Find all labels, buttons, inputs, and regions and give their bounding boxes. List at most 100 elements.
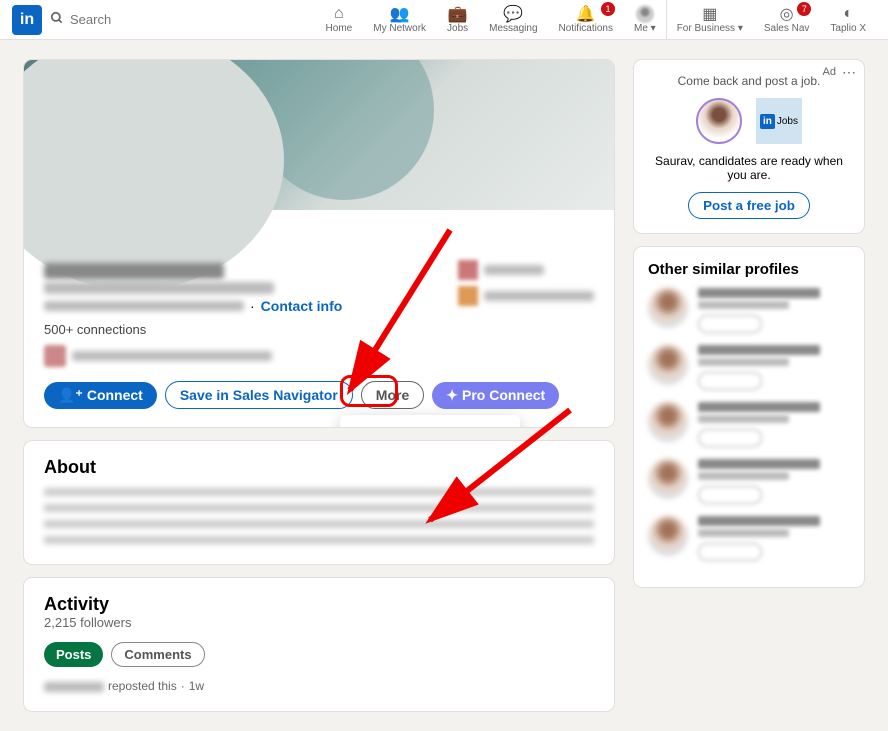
btn-label: Connect: [87, 387, 143, 403]
avatar: [648, 402, 688, 442]
cover-image: [24, 60, 614, 210]
search-wrap[interactable]: [50, 11, 246, 28]
similar-profiles-card: Other similar profiles: [634, 247, 864, 587]
ad-tag: Ad: [823, 66, 836, 78]
plus-user-icon: 👤⁺: [58, 387, 83, 404]
btn-label: Pro Connect: [462, 387, 545, 403]
followers-count[interactable]: 2,215 followers: [44, 615, 594, 630]
connections-count[interactable]: 500+ connections: [44, 322, 594, 337]
page: in · Contact info 500+ connections: [0, 40, 888, 731]
avatar: [648, 345, 688, 385]
avatar-icon: [636, 5, 654, 23]
school-logo-icon: [458, 286, 478, 306]
bell-icon: 🔔: [576, 5, 596, 23]
tab-comments[interactable]: Comments: [111, 642, 204, 667]
briefcase-icon: 💼: [448, 5, 468, 23]
ad-body: Saurav, candidates are ready when you ar…: [648, 154, 850, 182]
avatar: [648, 459, 688, 499]
profile-name: [44, 263, 224, 279]
about-text: [44, 488, 594, 548]
profile-headline: [44, 282, 274, 294]
nav-label: Jobs: [447, 23, 468, 34]
sim-action[interactable]: [698, 429, 762, 447]
people-icon: 👥: [390, 5, 410, 23]
nav-label: Home: [326, 23, 353, 34]
nav-me[interactable]: Me ▾: [623, 0, 666, 39]
nav-label: Notifications: [559, 23, 613, 34]
experience-summary: [458, 260, 594, 306]
connect-button[interactable]: 👤⁺Connect: [44, 382, 157, 409]
more-button[interactable]: More: [361, 381, 424, 409]
sim-name: [698, 345, 820, 355]
similar-item[interactable]: [648, 516, 850, 561]
sim-sub: [698, 472, 789, 480]
nav-label: Sales Nav: [764, 23, 810, 34]
mutual-row[interactable]: [44, 345, 594, 367]
company-logo-icon: [458, 260, 478, 280]
nav-taplio[interactable]: ◐Taplio X: [819, 0, 876, 39]
ad-avatar: [696, 98, 742, 144]
repost-suffix: reposted this: [108, 679, 177, 695]
mutual-avatar: [44, 345, 66, 367]
sim-sub: [698, 529, 789, 537]
profile-body: in · Contact info 500+ connections: [24, 210, 614, 427]
profile-location: [44, 301, 244, 311]
dd-view-salesnav[interactable]: ◎View in Sales Navigator: [340, 421, 520, 427]
avatar: [648, 516, 688, 556]
sim-sub: [698, 301, 789, 309]
ad-menu-icon[interactable]: ⋯: [842, 64, 856, 81]
similar-item[interactable]: [648, 288, 850, 333]
repost-time: 1w: [189, 679, 204, 695]
home-icon: ⌂: [334, 5, 344, 23]
similar-item[interactable]: [648, 402, 850, 447]
nav-notifications[interactable]: 🔔 1 Notifications: [548, 0, 623, 39]
sidebar: Ad ⋯ Come back and post a job. inJobs Sa…: [634, 60, 864, 711]
sim-action[interactable]: [698, 486, 762, 504]
save-sales-nav-button[interactable]: Save in Sales Navigator: [165, 381, 353, 409]
nav-jobs[interactable]: 💼Jobs: [436, 0, 478, 39]
similar-item[interactable]: [648, 459, 850, 504]
nav-label: Messaging: [489, 23, 537, 34]
sim-action[interactable]: [698, 543, 762, 561]
activity-tabs: Posts Comments: [44, 642, 594, 667]
jobs-badge: inJobs: [756, 98, 802, 144]
avatar: [648, 288, 688, 328]
activity-card: Activity 2,215 followers Posts Comments …: [24, 578, 614, 711]
grid-icon: ▦: [702, 5, 717, 23]
ad-card: Ad ⋯ Come back and post a job. inJobs Sa…: [634, 60, 864, 233]
nav-label: For Business ▾: [677, 23, 743, 34]
ad-headline: Come back and post a job.: [648, 74, 850, 88]
nav-messaging[interactable]: 💬Messaging: [478, 0, 547, 39]
similar-heading: Other similar profiles: [648, 261, 850, 278]
pro-connect-button[interactable]: ✦Pro Connect: [432, 382, 559, 409]
ad-cta-button[interactable]: Post a free job: [688, 192, 810, 219]
nav-salesnav[interactable]: ◎7Sales Nav: [753, 0, 820, 39]
linkedin-logo[interactable]: in: [12, 5, 42, 35]
nav-business[interactable]: ▦For Business ▾: [666, 0, 753, 39]
search-icon: [50, 11, 64, 28]
nav-label: Me ▾: [634, 23, 656, 34]
repost-line: reposted this · 1w: [44, 679, 594, 695]
profile-card: in · Contact info 500+ connections: [24, 60, 614, 427]
main-column: in · Contact info 500+ connections: [24, 60, 614, 711]
notif-badge: 1: [601, 2, 615, 16]
nav-label: My Network: [373, 23, 426, 34]
nav-items: ⌂Home 👥My Network 💼Jobs 💬Messaging 🔔 1 Not…: [315, 0, 876, 39]
about-card: About: [24, 441, 614, 564]
sim-action[interactable]: [698, 315, 762, 333]
contact-info-link[interactable]: Contact info: [261, 298, 343, 314]
compass-icon: ◎: [780, 5, 794, 23]
sim-name: [698, 288, 820, 298]
similar-item[interactable]: [648, 345, 850, 390]
company-name: [484, 265, 544, 275]
sim-action[interactable]: [698, 372, 762, 390]
tab-posts[interactable]: Posts: [44, 642, 103, 667]
mutual-text: [72, 351, 272, 361]
search-input[interactable]: [70, 12, 246, 27]
ad-images: inJobs: [648, 98, 850, 144]
action-row: 👤⁺Connect Save in Sales Navigator More ✦…: [44, 381, 594, 409]
more-dropdown: ◎View in Sales Navigator ↪Send profile i…: [340, 415, 520, 427]
sim-sub: [698, 415, 789, 423]
nav-network[interactable]: 👥My Network: [362, 0, 436, 39]
nav-home[interactable]: ⌂Home: [315, 0, 363, 39]
